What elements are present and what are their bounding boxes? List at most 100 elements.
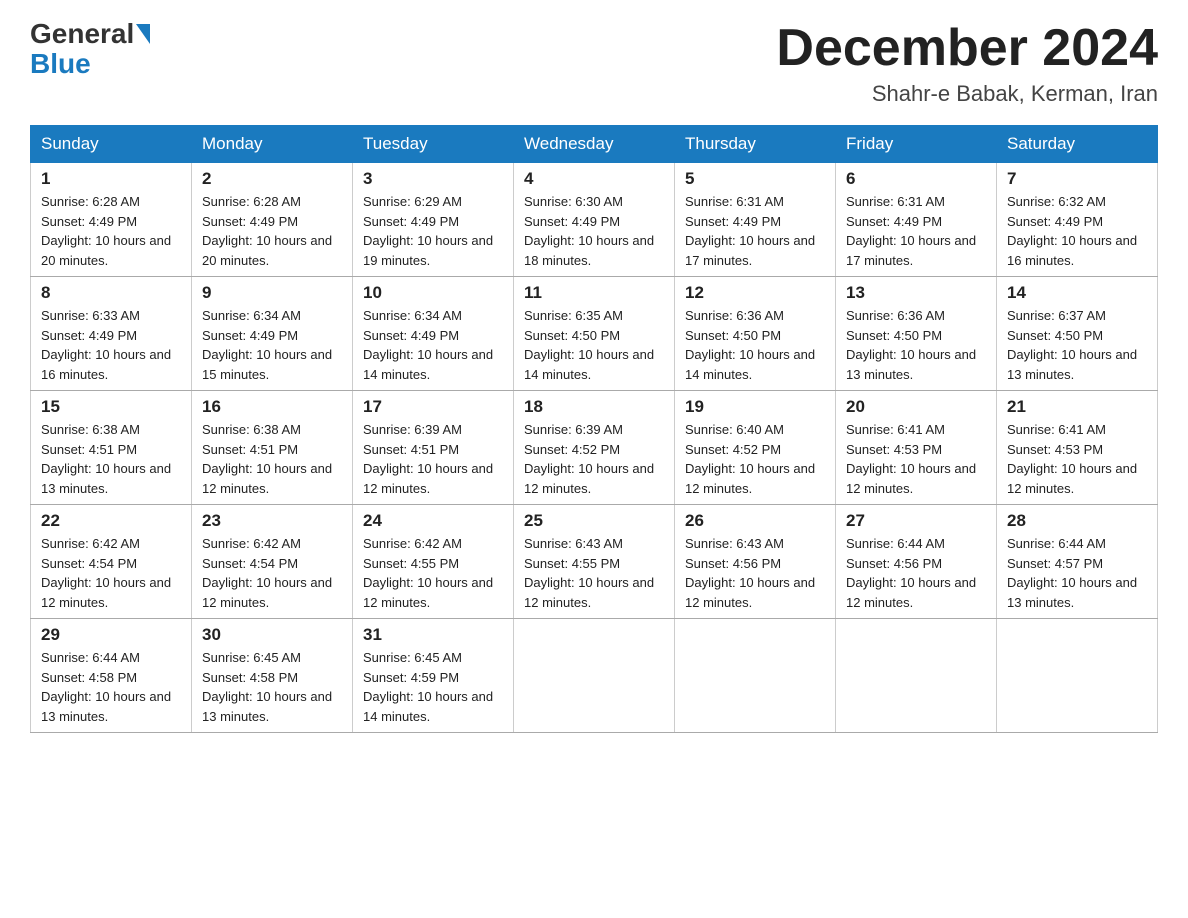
- day-info: Sunrise: 6:32 AMSunset: 4:49 PMDaylight:…: [1007, 192, 1147, 270]
- day-cell-5: 5Sunrise: 6:31 AMSunset: 4:49 PMDaylight…: [675, 163, 836, 277]
- day-cell-30: 30 Sunrise: 6:45 AMSunset: 4:58 PMDayligh…: [192, 619, 353, 733]
- week-row-2: 8 Sunrise: 6:33 AMSunset: 4:49 PMDaylight…: [31, 277, 1158, 391]
- day-info: Sunrise: 6:36 AMSunset: 4:50 PMDaylight:…: [685, 306, 825, 384]
- day-cell-1: 1 Sunrise: 6:28 AMSunset: 4:49 PMDaylight…: [31, 163, 192, 277]
- weekday-header-friday: Friday: [836, 126, 997, 163]
- day-number: 7: [1007, 169, 1147, 189]
- day-number: 16: [202, 397, 342, 417]
- day-info: Sunrise: 6:43 AMSunset: 4:56 PMDaylight:…: [685, 534, 825, 612]
- day-cell-2: 2Sunrise: 6:28 AMSunset: 4:49 PMDaylight…: [192, 163, 353, 277]
- day-cell-18: 18 Sunrise: 6:39 AMSunset: 4:52 PMDayligh…: [514, 391, 675, 505]
- day-cell-26: 26Sunrise: 6:43 AMSunset: 4:56 PMDayligh…: [675, 505, 836, 619]
- week-row-4: 22 Sunrise: 6:42 AMSunset: 4:54 PMDayligh…: [31, 505, 1158, 619]
- logo-arrow-icon: [136, 24, 150, 44]
- day-info: Sunrise: 6:45 AMSunset: 4:59 PMDaylight:…: [363, 648, 503, 726]
- weekday-header-wednesday: Wednesday: [514, 126, 675, 163]
- day-info: Sunrise: 6:28 AMSunset: 4:49 PMDaylight:…: [41, 192, 181, 270]
- day-number: 9: [202, 283, 342, 303]
- day-cell-13: 13 Sunrise: 6:36 AMSunset: 4:50 PMDayligh…: [836, 277, 997, 391]
- day-cell-20: 20 Sunrise: 6:41 AMSunset: 4:53 PMDayligh…: [836, 391, 997, 505]
- day-number: 17: [363, 397, 503, 417]
- day-cell-9: 9Sunrise: 6:34 AMSunset: 4:49 PMDaylight…: [192, 277, 353, 391]
- day-cell-29: 29 Sunrise: 6:44 AMSunset: 4:58 PMDayligh…: [31, 619, 192, 733]
- day-number: 19: [685, 397, 825, 417]
- day-info: Sunrise: 6:44 AMSunset: 4:57 PMDaylight:…: [1007, 534, 1147, 612]
- day-number: 14: [1007, 283, 1147, 303]
- weekday-header-row: SundayMondayTuesdayWednesdayThursdayFrid…: [31, 126, 1158, 163]
- day-info: Sunrise: 6:38 AMSunset: 4:51 PMDaylight:…: [41, 420, 181, 498]
- day-number: 8: [41, 283, 181, 303]
- day-cell-17: 17 Sunrise: 6:39 AMSunset: 4:51 PMDayligh…: [353, 391, 514, 505]
- day-number: 3: [363, 169, 503, 189]
- day-info: Sunrise: 6:42 AMSunset: 4:54 PMDaylight:…: [41, 534, 181, 612]
- day-number: 22: [41, 511, 181, 531]
- day-cell-22: 22 Sunrise: 6:42 AMSunset: 4:54 PMDayligh…: [31, 505, 192, 619]
- week-row-1: 1 Sunrise: 6:28 AMSunset: 4:49 PMDaylight…: [31, 163, 1158, 277]
- day-number: 20: [846, 397, 986, 417]
- day-info: Sunrise: 6:45 AMSunset: 4:58 PMDaylight:…: [202, 648, 342, 726]
- day-cell-15: 15 Sunrise: 6:38 AMSunset: 4:51 PMDayligh…: [31, 391, 192, 505]
- day-info: Sunrise: 6:39 AMSunset: 4:51 PMDaylight:…: [363, 420, 503, 498]
- day-number: 30: [202, 625, 342, 645]
- day-cell-27: 27 Sunrise: 6:44 AMSunset: 4:56 PMDayligh…: [836, 505, 997, 619]
- day-info: Sunrise: 6:35 AMSunset: 4:50 PMDaylight:…: [524, 306, 664, 384]
- day-info: Sunrise: 6:34 AMSunset: 4:49 PMDaylight:…: [363, 306, 503, 384]
- calendar-table: SundayMondayTuesdayWednesdayThursdayFrid…: [30, 125, 1158, 733]
- day-info: Sunrise: 6:41 AMSunset: 4:53 PMDaylight:…: [846, 420, 986, 498]
- logo-blue-text: Blue: [30, 48, 91, 80]
- week-row-5: 29 Sunrise: 6:44 AMSunset: 4:58 PMDayligh…: [31, 619, 1158, 733]
- day-info: Sunrise: 6:33 AMSunset: 4:49 PMDaylight:…: [41, 306, 181, 384]
- logo-general-text: General: [30, 20, 134, 48]
- day-number: 24: [363, 511, 503, 531]
- day-number: 5: [685, 169, 825, 189]
- day-cell-14: 14 Sunrise: 6:37 AMSunset: 4:50 PMDayligh…: [997, 277, 1158, 391]
- day-number: 11: [524, 283, 664, 303]
- day-number: 29: [41, 625, 181, 645]
- day-info: Sunrise: 6:44 AMSunset: 4:56 PMDaylight:…: [846, 534, 986, 612]
- day-info: Sunrise: 6:31 AMSunset: 4:49 PMDaylight:…: [846, 192, 986, 270]
- weekday-header-sunday: Sunday: [31, 126, 192, 163]
- day-number: 27: [846, 511, 986, 531]
- day-info: Sunrise: 6:42 AMSunset: 4:54 PMDaylight:…: [202, 534, 342, 612]
- day-info: Sunrise: 6:39 AMSunset: 4:52 PMDaylight:…: [524, 420, 664, 498]
- day-cell-8: 8 Sunrise: 6:33 AMSunset: 4:49 PMDaylight…: [31, 277, 192, 391]
- day-cell-28: 28Sunrise: 6:44 AMSunset: 4:57 PMDayligh…: [997, 505, 1158, 619]
- day-info: Sunrise: 6:41 AMSunset: 4:53 PMDaylight:…: [1007, 420, 1147, 498]
- empty-cell: [514, 619, 675, 733]
- logo: General Blue: [30, 20, 152, 80]
- day-number: 1: [41, 169, 181, 189]
- day-number: 18: [524, 397, 664, 417]
- day-number: 31: [363, 625, 503, 645]
- empty-cell: [997, 619, 1158, 733]
- day-cell-12: 12 Sunrise: 6:36 AMSunset: 4:50 PMDayligh…: [675, 277, 836, 391]
- day-number: 12: [685, 283, 825, 303]
- weekday-header-monday: Monday: [192, 126, 353, 163]
- day-number: 6: [846, 169, 986, 189]
- day-cell-3: 3 Sunrise: 6:29 AMSunset: 4:49 PMDaylight…: [353, 163, 514, 277]
- day-cell-25: 25Sunrise: 6:43 AMSunset: 4:55 PMDayligh…: [514, 505, 675, 619]
- day-number: 15: [41, 397, 181, 417]
- day-info: Sunrise: 6:37 AMSunset: 4:50 PMDaylight:…: [1007, 306, 1147, 384]
- day-cell-21: 21 Sunrise: 6:41 AMSunset: 4:53 PMDayligh…: [997, 391, 1158, 505]
- day-info: Sunrise: 6:42 AMSunset: 4:55 PMDaylight:…: [363, 534, 503, 612]
- day-info: Sunrise: 6:29 AMSunset: 4:49 PMDaylight:…: [363, 192, 503, 270]
- day-cell-31: 31 Sunrise: 6:45 AMSunset: 4:59 PMDayligh…: [353, 619, 514, 733]
- day-number: 10: [363, 283, 503, 303]
- day-cell-24: 24 Sunrise: 6:42 AMSunset: 4:55 PMDayligh…: [353, 505, 514, 619]
- day-cell-6: 6 Sunrise: 6:31 AMSunset: 4:49 PMDaylight…: [836, 163, 997, 277]
- page-header: General Blue December 2024 Shahr-e Babak…: [30, 20, 1158, 107]
- day-cell-10: 10 Sunrise: 6:34 AMSunset: 4:49 PMDayligh…: [353, 277, 514, 391]
- weekday-header-thursday: Thursday: [675, 126, 836, 163]
- day-number: 13: [846, 283, 986, 303]
- day-info: Sunrise: 6:36 AMSunset: 4:50 PMDaylight:…: [846, 306, 986, 384]
- day-info: Sunrise: 6:44 AMSunset: 4:58 PMDaylight:…: [41, 648, 181, 726]
- day-cell-7: 7 Sunrise: 6:32 AMSunset: 4:49 PMDaylight…: [997, 163, 1158, 277]
- day-number: 4: [524, 169, 664, 189]
- day-cell-23: 23Sunrise: 6:42 AMSunset: 4:54 PMDayligh…: [192, 505, 353, 619]
- day-info: Sunrise: 6:30 AMSunset: 4:49 PMDaylight:…: [524, 192, 664, 270]
- weekday-header-saturday: Saturday: [997, 126, 1158, 163]
- day-number: 21: [1007, 397, 1147, 417]
- empty-cell: [675, 619, 836, 733]
- location-title: Shahr-e Babak, Kerman, Iran: [776, 81, 1158, 107]
- weekday-header-tuesday: Tuesday: [353, 126, 514, 163]
